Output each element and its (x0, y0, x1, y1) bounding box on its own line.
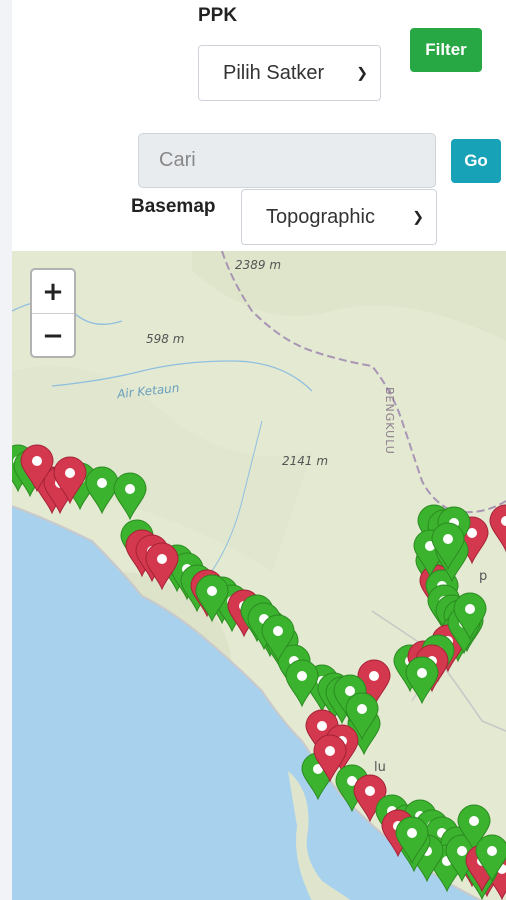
map-marker-green[interactable] (405, 656, 439, 705)
page-left-strip (0, 0, 12, 900)
chevron-down-icon: ❯ (412, 208, 424, 225)
map-marker-green[interactable] (285, 659, 319, 708)
map-marker-green[interactable] (113, 472, 147, 521)
markers-layer (12, 444, 506, 900)
basemap-select-value: Topographic (266, 205, 375, 228)
map-view[interactable]: 2389 m 598 m 2141 m Air Ketaun BENGKULU … (12, 251, 506, 900)
zoom-control: + − (30, 268, 76, 358)
map-marker-red[interactable] (489, 504, 506, 553)
search-placeholder: Cari (159, 149, 196, 171)
search-input[interactable]: Cari (138, 133, 436, 188)
chevron-down-icon: ❯ (356, 64, 368, 81)
satker-select[interactable]: Pilih Satker ❯ (198, 45, 381, 101)
satker-select-value: Pilih Satker (223, 61, 325, 84)
zoom-in-button[interactable]: + (32, 270, 74, 314)
ppk-label: PPK (198, 5, 238, 26)
filter-button[interactable]: Filter (410, 28, 482, 72)
basemap-label: Basemap (131, 196, 216, 217)
map-marker-green[interactable] (85, 466, 119, 515)
go-button[interactable]: Go (451, 139, 501, 183)
basemap-select[interactable]: Topographic ❯ (241, 189, 437, 245)
zoom-out-button[interactable]: − (32, 314, 74, 357)
